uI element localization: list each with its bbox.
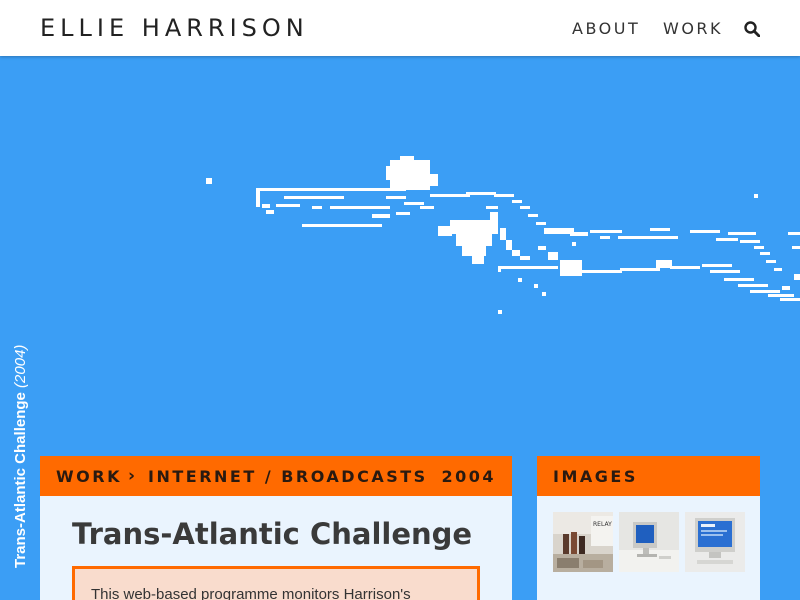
chevron-right-icon: › <box>128 466 136 486</box>
images-panel: IMAGES RELAY <box>537 456 760 600</box>
breadcrumb: WORK › INTERNET / BROADCASTS 2004 <box>40 456 512 496</box>
gallery-thumbnail[interactable] <box>619 512 679 572</box>
summary-text: This web-based programme monitors Harris… <box>91 586 411 600</box>
project-vertical-caption: Trans-Atlantic Challenge (2004) <box>12 345 29 568</box>
summary-box: This web-based programme monitors Harris… <box>72 566 480 600</box>
breadcrumb-year-link[interactable]: 2004 <box>441 467 496 486</box>
page-title: Trans-Atlantic Challenge <box>72 517 473 551</box>
svg-text:RELAY: RELAY <box>593 521 612 528</box>
caption-title: Trans-Atlantic Challenge <box>12 392 29 568</box>
breadcrumb-category-link[interactable]: INTERNET / BROADCASTS <box>148 467 428 486</box>
gallery-thumbnail[interactable]: RELAY <box>553 512 613 572</box>
images-panel-header: IMAGES <box>537 456 760 496</box>
nav-about-link[interactable]: ABOUT <box>572 19 640 38</box>
images-heading: IMAGES <box>553 467 638 486</box>
caption-year: (2004) <box>12 344 29 388</box>
site-title-link[interactable]: ELLIE HARRISON <box>40 14 309 42</box>
site-header: ELLIE HARRISON ABOUT WORK <box>0 0 800 56</box>
search-icon[interactable] <box>744 21 760 37</box>
project-info-panel: WORK › INTERNET / BROADCASTS 2004 Trans-… <box>40 456 512 600</box>
gallery-thumbnail[interactable] <box>685 512 745 572</box>
breadcrumb-work-link[interactable]: WORK <box>56 467 122 486</box>
nav-work-link[interactable]: WORK <box>663 19 723 38</box>
